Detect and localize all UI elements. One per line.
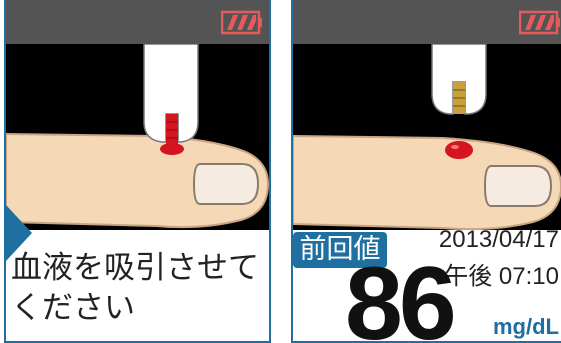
reading-unit: mg/dL bbox=[493, 314, 559, 339]
instruction-text: 血液を吸引させてください bbox=[11, 250, 259, 326]
status-bar bbox=[6, 0, 269, 44]
glucose-reading: 86 bbox=[345, 246, 457, 343]
finger-strip-illustration bbox=[6, 44, 269, 229]
illustration-screen bbox=[293, 44, 561, 230]
status-bar bbox=[293, 0, 561, 44]
battery-icon bbox=[519, 10, 560, 35]
finger-strip-illustration bbox=[293, 44, 561, 230]
reading-time: 午後 07:10 bbox=[444, 263, 559, 290]
reading-date: 2013/04/17 bbox=[438, 226, 559, 253]
illustration-screen bbox=[6, 44, 269, 230]
right-screen-panel: 前回値 2013/04/17 午後 07:10 86 mg/dL bbox=[291, 0, 561, 343]
battery-icon bbox=[221, 10, 262, 35]
left-screen-panel: 血液を吸引させてください bbox=[4, 0, 271, 343]
